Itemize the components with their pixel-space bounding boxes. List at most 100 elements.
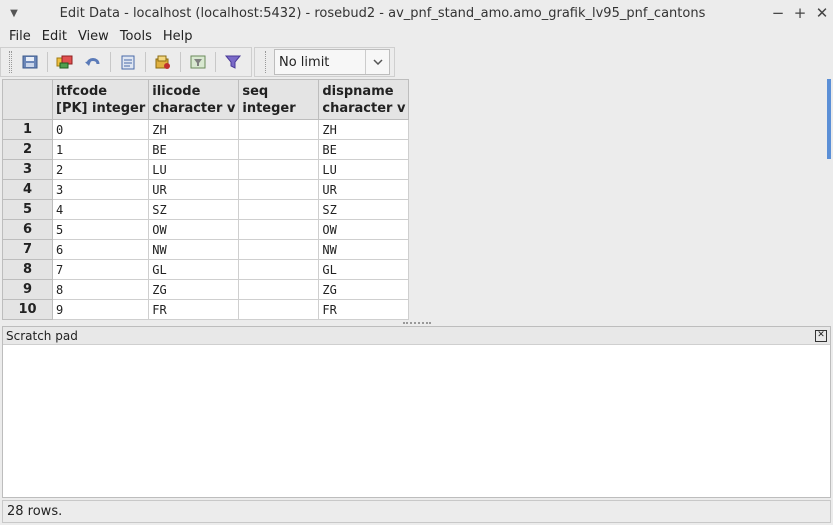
cell-seq[interactable] [238,139,320,160]
cell-seq[interactable] [238,299,320,320]
cell-itfcode[interactable]: 0 [51,119,150,140]
cell-itfcode[interactable]: 6 [51,239,150,260]
row-header[interactable]: 8 [2,259,53,280]
cell-seq[interactable] [238,259,320,280]
cell-ilicode[interactable]: BE [148,139,240,160]
row-header[interactable]: 6 [2,219,53,240]
delete-icon[interactable] [149,50,177,74]
cell-itfcode[interactable]: 3 [51,179,150,200]
copy-icon[interactable] [51,50,79,74]
cell-ilicode[interactable]: UR [148,179,240,200]
column-header[interactable]: dispname character v [318,79,410,120]
cell-itfcode[interactable]: 9 [51,299,150,320]
menu-view[interactable]: View [73,29,115,44]
vertical-scrollbar[interactable] [827,79,831,159]
cell-seq[interactable] [238,199,320,220]
cell-dispname[interactable]: ZG [318,279,410,300]
cell-dispname[interactable]: OW [318,219,410,240]
close-icon[interactable]: ✕ [815,329,827,342]
column-header[interactable]: itfcode [PK] integer [51,79,150,120]
row-header[interactable]: 4 [2,179,53,200]
menu-bar: File Edit View Tools Help [0,26,833,46]
row-header[interactable]: 1 [2,119,53,140]
toolbar-separator [47,52,48,72]
table-row[interactable]: 4 3 UR UR [2,179,410,200]
cell-ilicode[interactable]: LU [148,159,240,180]
toolbar-actions [0,47,252,77]
scratch-pad-textarea[interactable] [3,345,830,497]
table-row[interactable]: 1 0 ZH ZH [2,119,410,140]
cell-ilicode[interactable]: OW [148,219,240,240]
cell-ilicode[interactable]: FR [148,299,240,320]
undo-icon[interactable] [79,50,107,74]
cell-dispname[interactable]: UR [318,179,410,200]
table-row[interactable]: 8 7 GL GL [2,259,410,280]
cell-seq[interactable] [238,239,320,260]
row-header[interactable]: 5 [2,199,53,220]
cell-itfcode[interactable]: 5 [51,219,150,240]
row-limit-select[interactable]: No limit [274,49,390,75]
close-button[interactable]: ✕ [811,4,833,22]
menu-edit[interactable]: Edit [37,29,73,44]
cell-dispname[interactable]: GL [318,259,410,280]
maximize-button[interactable]: + [789,4,811,22]
table-row[interactable]: 9 8 ZG ZG [2,279,410,300]
row-header[interactable]: 7 [2,239,53,260]
chevron-down-icon[interactable] [365,50,389,74]
cell-itfcode[interactable]: 7 [51,259,150,280]
cell-ilicode[interactable]: ZG [148,279,240,300]
cell-itfcode[interactable]: 4 [51,199,150,220]
cell-dispname[interactable]: ZH [318,119,410,140]
column-header[interactable]: seq integer [238,79,320,120]
cell-dispname[interactable]: LU [318,159,410,180]
row-header[interactable]: 9 [2,279,53,300]
row-header[interactable]: 2 [2,139,53,160]
table-row[interactable]: 10 9 FR FR [2,299,410,320]
toolbar-grip[interactable] [9,51,12,73]
toolbar-separator [145,52,146,72]
cell-ilicode[interactable]: ZH [148,119,240,140]
table-row[interactable]: 5 4 SZ SZ [2,199,410,220]
cell-seq[interactable] [238,219,320,240]
save-icon[interactable] [16,50,44,74]
cell-dispname[interactable]: NW [318,239,410,260]
paste-icon[interactable] [114,50,142,74]
row-header[interactable]: 10 [2,299,53,320]
cell-itfcode[interactable]: 8 [51,279,150,300]
status-bar: 28 rows. [2,500,831,523]
menu-file[interactable]: File [4,29,37,44]
cell-seq[interactable] [238,179,320,200]
cell-dispname[interactable]: FR [318,299,410,320]
cell-ilicode[interactable]: NW [148,239,240,260]
toolbar-separator [215,52,216,72]
table-row[interactable]: 6 5 OW OW [2,219,410,240]
scratch-pad: Scratch pad ✕ [2,326,831,498]
cell-itfcode[interactable]: 1 [51,139,150,160]
column-header[interactable]: ilicode character v [148,79,240,120]
sort-filter-icon[interactable] [219,50,247,74]
data-grid[interactable]: itfcode [PK] integer ilicode character v s… [2,79,831,320]
row-header[interactable]: 3 [2,159,53,180]
cell-seq[interactable] [238,159,320,180]
filter-icon[interactable] [184,50,212,74]
table-row[interactable]: 7 6 NW NW [2,239,410,260]
cell-itfcode[interactable]: 2 [51,159,150,180]
grid-corner[interactable] [2,79,53,120]
cell-dispname[interactable]: BE [318,139,410,160]
menu-tools[interactable]: Tools [115,29,158,44]
toolbar-grip[interactable] [265,51,268,73]
limit-group: No limit [254,47,395,77]
cell-seq[interactable] [238,279,320,300]
cell-ilicode[interactable]: GL [148,259,240,280]
minimize-button[interactable]: − [767,4,789,22]
table-row[interactable]: 3 2 LU LU [2,159,410,180]
window-title: Edit Data - localhost (localhost:5432) -… [59,5,706,21]
toolbar: No limit [0,46,833,78]
menu-help[interactable]: Help [158,29,199,44]
cell-seq[interactable] [238,119,320,140]
cell-ilicode[interactable]: SZ [148,199,240,220]
cell-dispname[interactable]: SZ [318,199,410,220]
table-row[interactable]: 2 1 BE BE [2,139,410,160]
window-menu-icon[interactable]: ▼ [0,8,28,19]
scratch-pad-label: Scratch pad [6,328,78,343]
